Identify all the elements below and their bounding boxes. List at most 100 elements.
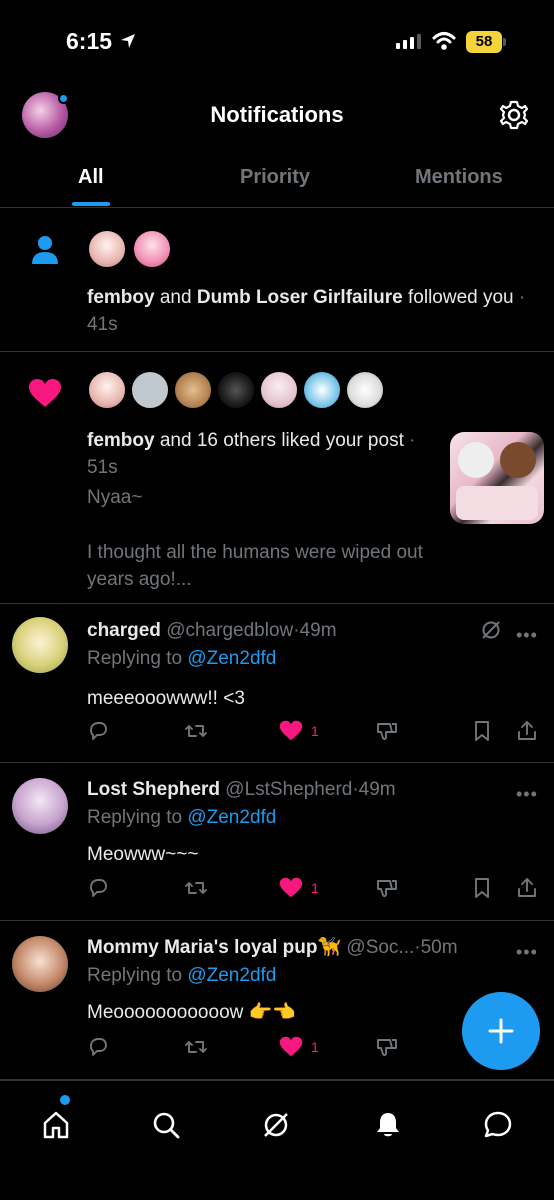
nav-search[interactable] (146, 1105, 186, 1145)
more-options-icon[interactable]: ••• (516, 784, 538, 805)
share-icon (518, 721, 536, 740)
heart-icon (29, 379, 61, 407)
author-name[interactable]: Mommy Maria's loyal pup🦮 (87, 937, 341, 958)
thumbs-down-icon (377, 1039, 397, 1057)
settings-gear-icon[interactable] (498, 99, 530, 131)
thumbs-down-icon (377, 723, 397, 741)
reply-button[interactable] (87, 720, 109, 742)
liker-avatar[interactable] (173, 370, 213, 410)
tab-bar: All Priority Mentions (0, 152, 554, 208)
bookmark-button[interactable] (472, 720, 492, 742)
retweet-icon (185, 725, 207, 737)
battery-icon: 58 (466, 31, 506, 53)
share-icon (518, 878, 536, 897)
reply-button[interactable] (87, 1036, 109, 1058)
liker-avatar[interactable] (259, 370, 299, 410)
bookmark-icon (475, 721, 489, 741)
home-icon (43, 1111, 69, 1139)
nav-messages[interactable] (478, 1105, 518, 1145)
action-bar: 1 (87, 877, 547, 903)
reply-post[interactable]: charged @chargedblow·49m ••• Replying to… (0, 605, 554, 763)
dislike-button[interactable] (375, 720, 399, 742)
mention-link[interactable]: @Zen2dfd (187, 965, 276, 986)
action-bar: 1 (87, 720, 547, 746)
grok-icon (264, 1113, 288, 1137)
tab-priority[interactable]: Priority (240, 166, 310, 189)
author-handle[interactable]: @LstShepherd (225, 779, 352, 800)
post-preview-line: Nyaa~ (87, 487, 143, 508)
follower-avatar[interactable] (132, 229, 172, 269)
author-avatar[interactable] (12, 778, 68, 834)
like-button[interactable]: 1 (279, 1036, 319, 1057)
compose-button[interactable] (462, 992, 540, 1070)
post-text: Meowww~~~ (87, 844, 199, 865)
heart-filled-icon (279, 877, 303, 898)
retweet-button[interactable] (184, 1036, 208, 1058)
post-preview-line: I thought all the humans were wiped out … (87, 542, 423, 590)
liker-avatar[interactable] (87, 370, 127, 410)
like-count: 1 (311, 879, 319, 896)
post-text: Meooooooooooow 👉👈 (87, 1002, 296, 1023)
actor-name[interactable]: femboy (87, 430, 155, 451)
author-avatar[interactable] (12, 936, 68, 992)
post-header: charged @chargedblow·49m (87, 617, 477, 644)
retweet-icon (185, 1041, 207, 1053)
post-header: Mommy Maria's loyal pup🦮 @Soc...·50m (87, 934, 507, 961)
author-name[interactable]: Lost Shepherd (87, 779, 220, 800)
timestamp: ·49m (293, 620, 337, 641)
header: Notifications (0, 80, 554, 152)
notification-like[interactable]: femboy and 16 others liked your post · 5… (0, 352, 554, 604)
tab-all[interactable]: All (78, 166, 104, 189)
notification-text: femboy and Dumb Loser Girlfailure follow… (87, 284, 537, 338)
like-button[interactable]: 1 (279, 877, 319, 898)
nav-home[interactable] (36, 1105, 76, 1145)
author-avatar[interactable] (12, 617, 68, 673)
actor-name[interactable]: femboy (87, 287, 155, 308)
more-options-icon[interactable]: ••• (516, 942, 538, 963)
wifi-icon (432, 32, 456, 50)
reply-icon (90, 1038, 107, 1056)
retweet-button[interactable] (184, 720, 208, 742)
tab-mentions[interactable]: Mentions (415, 166, 503, 189)
liker-avatar[interactable] (216, 370, 256, 410)
like-count: 1 (311, 1038, 319, 1055)
retweet-button[interactable] (184, 877, 208, 899)
nav-notifications[interactable] (368, 1105, 408, 1145)
bookmark-icon (475, 878, 489, 898)
reply-post[interactable]: Lost Shepherd @LstShepherd·49m ••• Reply… (0, 764, 554, 921)
liker-avatar[interactable] (130, 370, 170, 410)
grok-icon[interactable] (480, 619, 502, 641)
timestamp: ·49m (352, 779, 396, 800)
messages-icon (484, 1111, 512, 1138)
reply-button[interactable] (87, 877, 109, 899)
author-handle[interactable]: @Soc... (346, 937, 414, 958)
action-text: and 16 others liked your post (154, 430, 404, 451)
liker-avatar[interactable] (345, 370, 385, 410)
connector-text: and (154, 287, 197, 308)
follower-avatar[interactable] (87, 229, 127, 269)
notification-follow[interactable]: femboy and Dumb Loser Girlfailure follow… (0, 209, 554, 352)
more-options-icon[interactable]: ••• (516, 625, 538, 646)
active-tab-indicator (72, 202, 110, 206)
dislike-button[interactable] (375, 1036, 399, 1058)
nav-grok[interactable] (256, 1105, 296, 1145)
plus-icon (488, 1018, 514, 1044)
action-text: followed you (402, 287, 514, 308)
share-button[interactable] (516, 720, 538, 742)
dislike-button[interactable] (375, 877, 399, 899)
search-icon (153, 1112, 180, 1139)
replying-to: Replying to @Zen2dfd (87, 807, 277, 828)
mention-link[interactable]: @Zen2dfd (187, 648, 276, 669)
reply-icon (90, 722, 107, 740)
bookmark-button[interactable] (472, 877, 492, 899)
share-button[interactable] (516, 877, 538, 899)
author-name[interactable]: charged (87, 620, 161, 641)
actor-name[interactable]: Dumb Loser Girlfailure (197, 287, 403, 308)
liker-avatar[interactable] (302, 370, 342, 410)
author-handle[interactable]: @chargedblow (166, 620, 293, 641)
like-button[interactable]: 1 (279, 720, 319, 741)
post-thumbnail[interactable] (450, 432, 544, 524)
home-unread-dot (60, 1095, 70, 1105)
mention-link[interactable]: @Zen2dfd (187, 807, 276, 828)
notifications-icon (377, 1113, 399, 1137)
